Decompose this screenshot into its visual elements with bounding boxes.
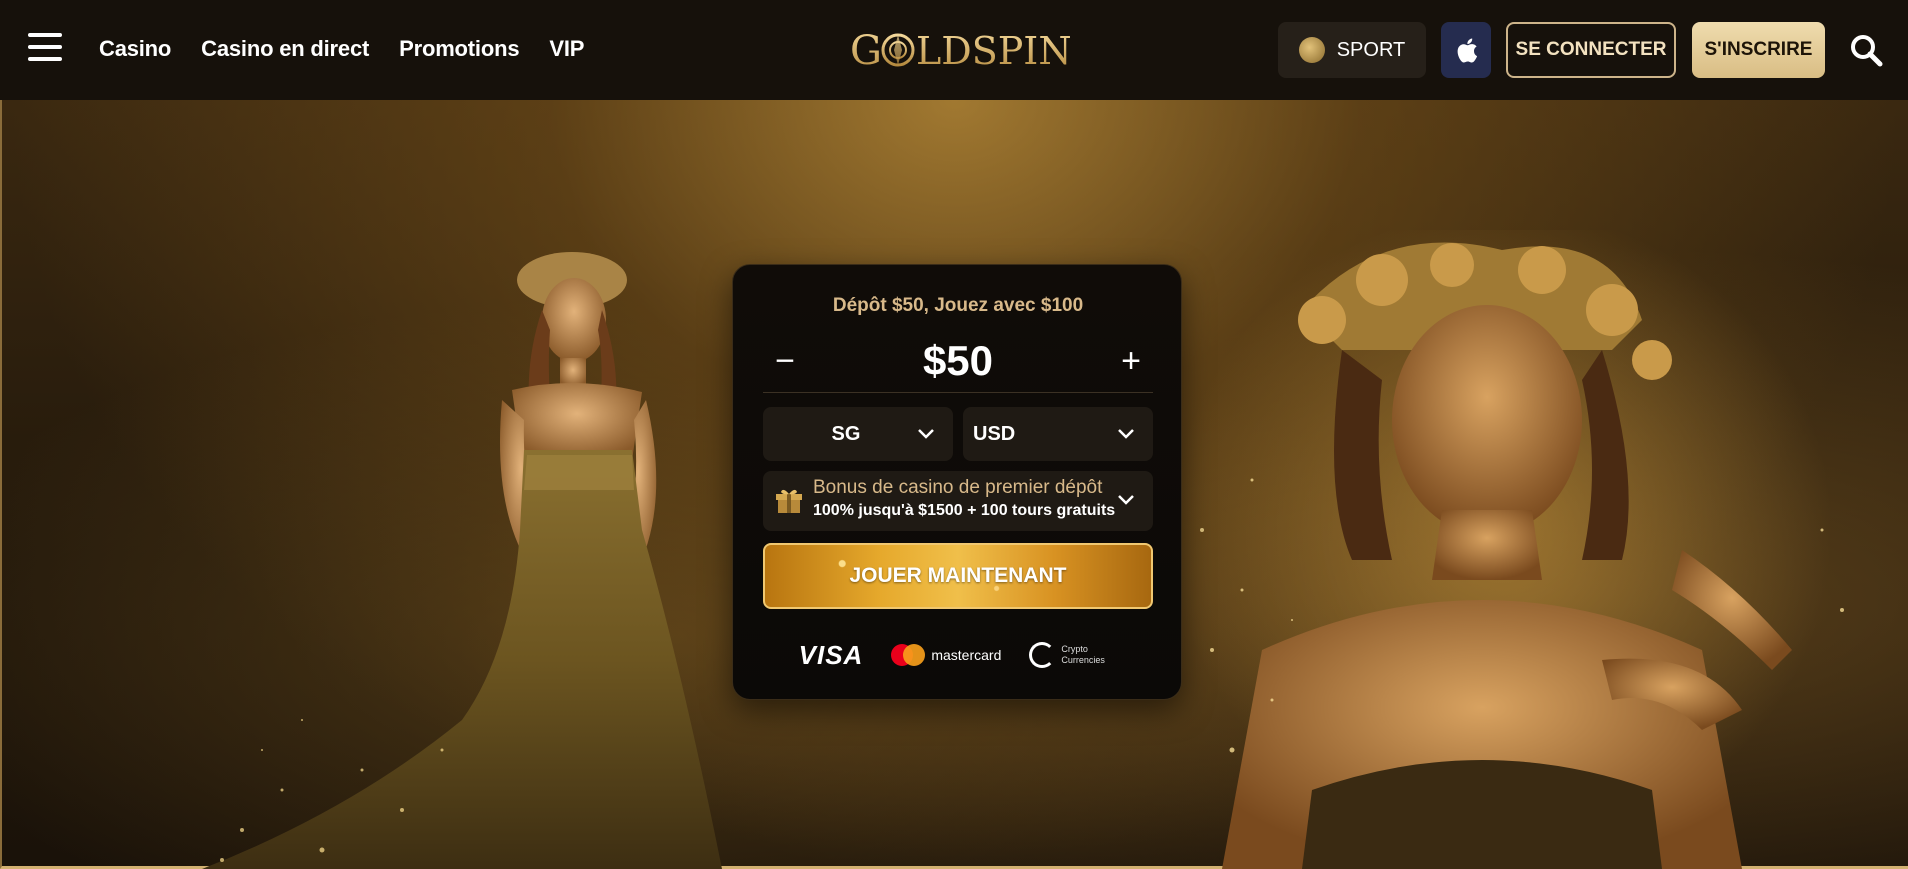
country-select[interactable]: SG [763,407,953,461]
main-nav: Casino Casino en direct Promotions VIP [99,36,614,62]
search-icon[interactable] [1848,32,1884,68]
bonus-select[interactable]: Bonus de casino de premier dépôt 100% ju… [763,471,1153,531]
nav-vip[interactable]: VIP [549,36,584,62]
visa-logo: VISA [798,639,864,670]
deposit-amount: $50 [922,337,994,384]
svg-text:LDSPIN: LDSPIN [916,29,1070,73]
svg-text:G: G [850,28,882,74]
login-button[interactable]: SE CONNECTER [1506,22,1676,78]
increase-amount-button[interactable]: + [1109,339,1153,383]
crypto-line1: Crypto [1061,644,1088,654]
mastercard-icon [891,644,926,666]
crypto-line2: Currencies [1061,655,1105,665]
deposit-offer-title: Dépôt $50, Jouez avec $100 [832,295,1084,316]
chevron-down-icon [1118,429,1134,439]
bonus-detail: 100% jusqu'à $1500 + 100 tours gratuits [813,502,1116,519]
nav-casino[interactable]: Casino [99,36,171,62]
deposit-card: Dépôt $50, Jouez avec $100 − $50 + SG US… [732,264,1182,700]
goldspin-logo[interactable]: G LDSPIN [850,24,1070,76]
bonus-title: Bonus de casino de premier dépôt [813,477,1103,498]
left-model-image [202,252,722,869]
top-header: Casino Casino en direct Promotions VIP G… [0,0,1908,100]
currency-value: USD [973,422,1016,445]
play-now-button[interactable]: JOUER MAINTENANT [763,543,1153,609]
apple-app-button[interactable] [1441,22,1491,78]
chevron-down-icon [1118,495,1134,505]
hamburger-menu-icon[interactable] [28,33,62,65]
mastercard-logo: mastercard [891,644,1001,666]
sport-label: SPORT [1336,38,1406,61]
nav-promotions[interactable]: Promotions [399,36,519,62]
mastercard-label: mastercard [931,647,1002,663]
nav-live-casino[interactable]: Casino en direct [201,36,369,62]
crypto-icon [1029,642,1056,668]
gift-icon [776,489,802,513]
payment-methods: VISA mastercard Crypto Currencies [733,637,1183,673]
currency-select[interactable]: USD [963,407,1153,461]
right-model-image [1182,230,1844,869]
chevron-down-icon [918,429,934,439]
crypto-logo: Crypto Currencies [1029,642,1117,668]
apple-icon [1457,38,1478,63]
crypto-label: Crypto Currencies [1061,644,1117,666]
logo-mark: G LDSPIN [850,28,1070,74]
signup-button[interactable]: S'INSCRIRE [1692,22,1825,78]
soccer-ball-icon [1298,37,1325,63]
country-value: SG [831,422,861,445]
deposit-amount-stepper: − $50 + [763,329,1153,393]
sport-button[interactable]: SPORT [1278,22,1426,78]
